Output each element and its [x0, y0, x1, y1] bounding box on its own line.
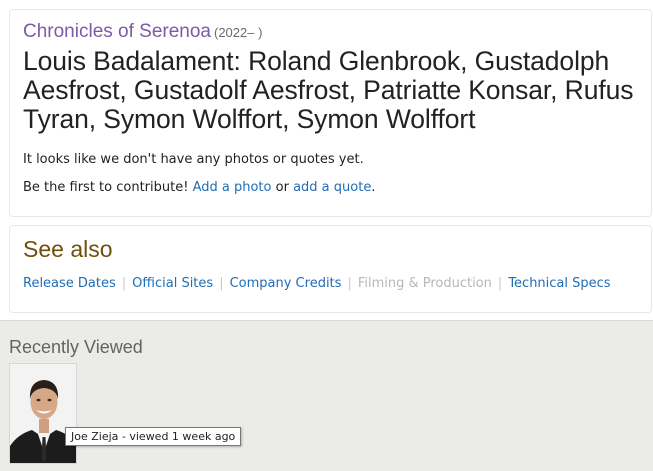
- filming-production-link-disabled: Filming & Production: [357, 276, 492, 291]
- series-title-link[interactable]: Chronicles of Serenoa: [23, 21, 211, 42]
- series-years: (2022– ): [214, 25, 263, 40]
- separator: |: [497, 276, 503, 291]
- credit-card: Chronicles of Serenoa (2022– ) Louis Bada…: [9, 9, 652, 217]
- separator: |: [219, 276, 224, 291]
- recently-viewed-title: Recently Viewed: [9, 337, 143, 357]
- technical-specs-link[interactable]: Technical Specs: [508, 276, 610, 291]
- recently-viewed-section: Recently Viewed Joe Zieja - viewed 1 wee…: [0, 320, 653, 471]
- company-credits-link[interactable]: Company Credits: [230, 276, 342, 291]
- period-text: .: [371, 180, 376, 195]
- separator: |: [347, 276, 352, 291]
- official-sites-link[interactable]: Official Sites: [132, 276, 213, 291]
- contribute-prefix: Be the first to contribute!: [23, 180, 189, 195]
- series-line: Chronicles of Serenoa (2022– ): [23, 21, 262, 43]
- add-photo-link[interactable]: Add a photo: [193, 180, 272, 195]
- character-heading: Louis Badalament: Roland Glenbrook, Gust…: [23, 46, 634, 134]
- separator: |: [121, 276, 127, 291]
- see-also-card: See also Release Dates | Official Sites | Co…: [9, 225, 652, 313]
- recently-viewed-thumbnail[interactable]: [9, 363, 77, 464]
- see-also-links: Release Dates | Official Sites | Company Cre…: [23, 276, 611, 291]
- or-text: or: [275, 180, 289, 195]
- see-also-title: See also: [23, 236, 113, 262]
- recently-viewed-tooltip: Joe Zieja - viewed 1 week ago: [65, 427, 242, 446]
- person-photo-icon: [10, 364, 76, 463]
- release-dates-link[interactable]: Release Dates: [23, 276, 116, 291]
- add-quote-link[interactable]: add a quote: [293, 180, 371, 195]
- empty-message: It looks like we don't have any photos o…: [23, 152, 364, 167]
- contribute-message: Be the first to contribute! Add a photo …: [23, 180, 375, 195]
